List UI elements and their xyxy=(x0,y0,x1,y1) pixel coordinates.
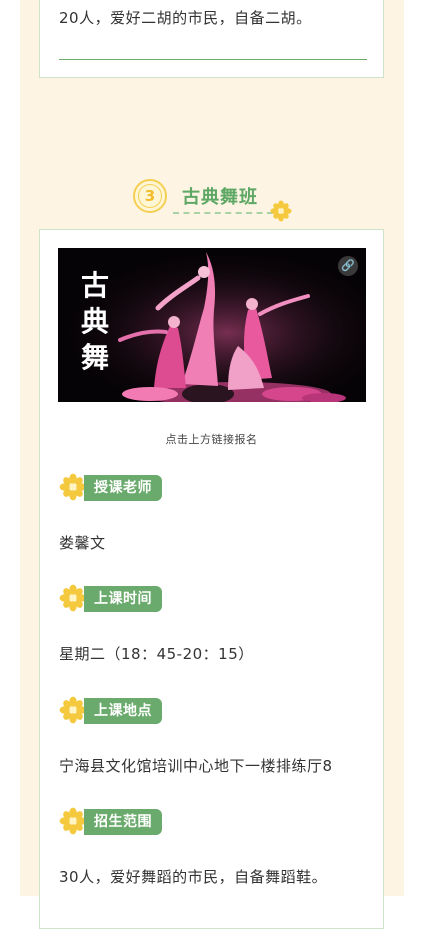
label-tag-teacher: 授课老师 xyxy=(59,473,171,503)
flower-icon xyxy=(59,696,87,724)
section-header: 3 古典舞班 xyxy=(0,176,440,222)
flower-icon xyxy=(270,200,292,222)
photo-title-text: 古 典 舞 xyxy=(78,268,112,376)
photo-title-char: 古 xyxy=(80,269,109,302)
label-location: 上课地点 xyxy=(84,698,162,724)
value-enrollment: 30人，爱好舞蹈的市民，自备舞蹈鞋。 xyxy=(59,868,328,886)
value-time: 星期二（18：45-20：15） xyxy=(59,645,254,663)
section-number: 3 xyxy=(138,184,162,208)
value-teacher: 娄馨文 xyxy=(59,534,106,552)
header-dashed-line xyxy=(173,212,273,214)
photo-title-char: 舞 xyxy=(80,341,109,374)
flower-icon xyxy=(59,473,87,501)
label-time: 上课时间 xyxy=(84,586,162,612)
signup-link-caption[interactable]: 点击上方链接报名 xyxy=(40,431,383,447)
photo-title-char: 典 xyxy=(80,305,109,338)
label-tag-location: 上课地点 xyxy=(59,696,171,726)
link-icon[interactable]: 🔗 xyxy=(338,256,358,276)
class-photo[interactable]: 古 典 舞 🔗 xyxy=(58,248,366,402)
flower-icon xyxy=(59,807,87,835)
value-location: 宁海县文化馆培训中心地下一楼排练厅8 xyxy=(59,757,333,775)
section-divider xyxy=(59,59,367,60)
previous-section-card: 20人，爱好二胡的市民，自备二胡。 xyxy=(39,0,384,78)
prev-capacity-text: 20人，爱好二胡的市民，自备二胡。 xyxy=(59,9,312,27)
flower-icon xyxy=(59,584,87,612)
section-title: 古典舞班 xyxy=(182,187,258,208)
section-number-badge: 3 xyxy=(133,179,167,213)
label-tag-time: 上课时间 xyxy=(59,584,171,614)
label-teacher: 授课老师 xyxy=(84,475,162,501)
label-tag-enrollment: 招生范围 xyxy=(59,807,171,837)
class-card: 古 典 舞 🔗 点击上方链接报名 授课老师 娄馨文 上课时间 星期二（18：45… xyxy=(39,229,384,929)
label-enrollment: 招生范围 xyxy=(84,809,162,835)
